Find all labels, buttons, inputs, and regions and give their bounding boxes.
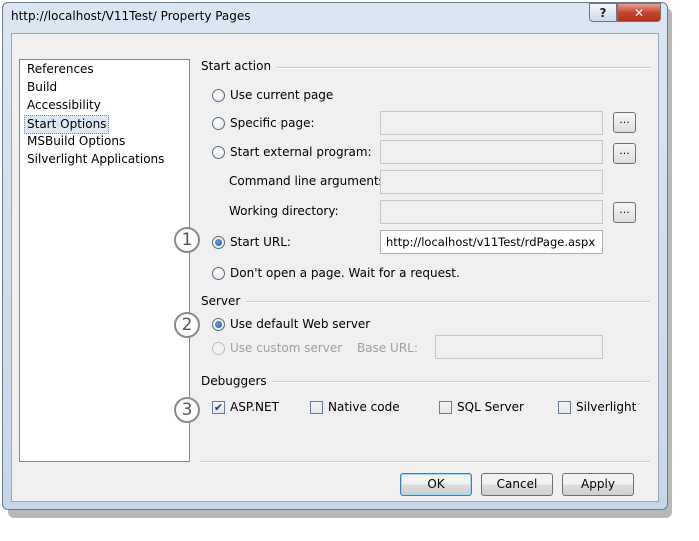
aspnet-debugger-option[interactable]: ✔ ASP.NET [212, 400, 279, 414]
start-external-program-radio[interactable] [212, 145, 225, 159]
sql-server-label: SQL Server [457, 400, 524, 414]
nav-item-accessibility[interactable]: Accessibility [25, 97, 103, 114]
use-default-web-server-radio[interactable] [212, 317, 225, 331]
base-url-field[interactable] [435, 335, 603, 359]
specific-page-field[interactable] [380, 111, 603, 135]
start-url-option[interactable]: Start URL: [212, 235, 291, 249]
dont-open-page-option[interactable]: Don't open a page. Wait for a request. [212, 266, 460, 280]
start-external-program-label: Start external program: [230, 145, 372, 159]
silverlight-debugger-option[interactable]: Silverlight [558, 400, 636, 414]
aspnet-checkbox[interactable]: ✔ [212, 400, 225, 414]
cancel-button[interactable]: Cancel [481, 473, 553, 496]
help-icon: ? [599, 5, 607, 20]
nav-item-silverlight-applications[interactable]: Silverlight Applications [25, 151, 166, 168]
callout-2: 2 [174, 312, 200, 338]
use-current-page-label: Use current page [230, 88, 334, 102]
nav-item-msbuild-options[interactable]: MSBuild Options [25, 133, 127, 150]
server-heading: Server [201, 294, 247, 308]
use-current-page-option[interactable]: Use current page [212, 88, 333, 102]
nav-item-references[interactable]: References [25, 61, 96, 78]
sql-server-checkbox[interactable] [439, 400, 452, 414]
specific-page-option[interactable]: Specific page: [212, 116, 315, 130]
window-title: http://localhost/V11Test/ Property Pages [11, 9, 251, 23]
use-custom-server-label: Use custom server [230, 341, 343, 355]
native-code-checkbox[interactable] [310, 400, 323, 414]
command-line-arguments-label: Command line arguments: [229, 174, 389, 188]
close-button[interactable]: ✕ [617, 3, 661, 22]
nav-item-build[interactable]: Build [25, 79, 59, 96]
help-button[interactable]: ? [589, 3, 617, 22]
use-default-web-server-option[interactable]: Use default Web server [212, 317, 370, 331]
specific-page-radio[interactable] [212, 116, 225, 130]
working-directory-browse-button[interactable]: ... [613, 202, 636, 223]
callout-3: 3 [174, 397, 200, 423]
start-external-program-option[interactable]: Start external program: [212, 145, 372, 159]
debuggers-heading: Debuggers [201, 374, 273, 388]
external-program-browse-button[interactable]: ... [613, 143, 636, 164]
specific-page-browse-button[interactable]: ... [613, 112, 636, 133]
use-current-page-radio[interactable] [212, 88, 225, 102]
working-directory-field[interactable] [380, 200, 603, 224]
silverlight-checkbox[interactable] [558, 400, 571, 414]
bottom-divider [201, 461, 650, 463]
server-divider [201, 301, 650, 303]
command-line-arguments-field[interactable] [380, 170, 603, 194]
native-code-debugger-option[interactable]: Native code [310, 400, 400, 414]
sql-server-debugger-option[interactable]: SQL Server [439, 400, 524, 414]
specific-page-label: Specific page: [230, 116, 315, 130]
callout-1: 1 [174, 227, 200, 253]
use-custom-server-radio[interactable] [212, 341, 225, 355]
dont-open-page-label: Don't open a page. Wait for a request. [230, 266, 460, 280]
external-program-field[interactable] [380, 140, 603, 164]
close-icon: ✕ [633, 5, 645, 20]
start-url-radio[interactable] [212, 235, 225, 249]
aspnet-label: ASP.NET [230, 400, 279, 414]
use-custom-server-option[interactable]: Use custom server [212, 341, 342, 355]
apply-button[interactable]: Apply [562, 473, 634, 496]
start-url-label: Start URL: [230, 235, 291, 249]
ok-button[interactable]: OK [400, 473, 472, 496]
base-url-label: Base URL: [357, 341, 418, 355]
start-action-heading: Start action [201, 59, 278, 73]
working-directory-label: Working directory: [229, 204, 339, 218]
silverlight-label: Silverlight [576, 400, 637, 414]
dont-open-page-radio[interactable] [212, 266, 225, 280]
start-url-field[interactable]: http://localhost/v11Test/rdPage.aspx [380, 230, 603, 254]
native-code-label: Native code [328, 400, 400, 414]
use-default-web-server-label: Use default Web server [230, 317, 371, 331]
debuggers-divider [270, 381, 650, 383]
nav-item-start-options[interactable]: Start Options [24, 115, 110, 134]
